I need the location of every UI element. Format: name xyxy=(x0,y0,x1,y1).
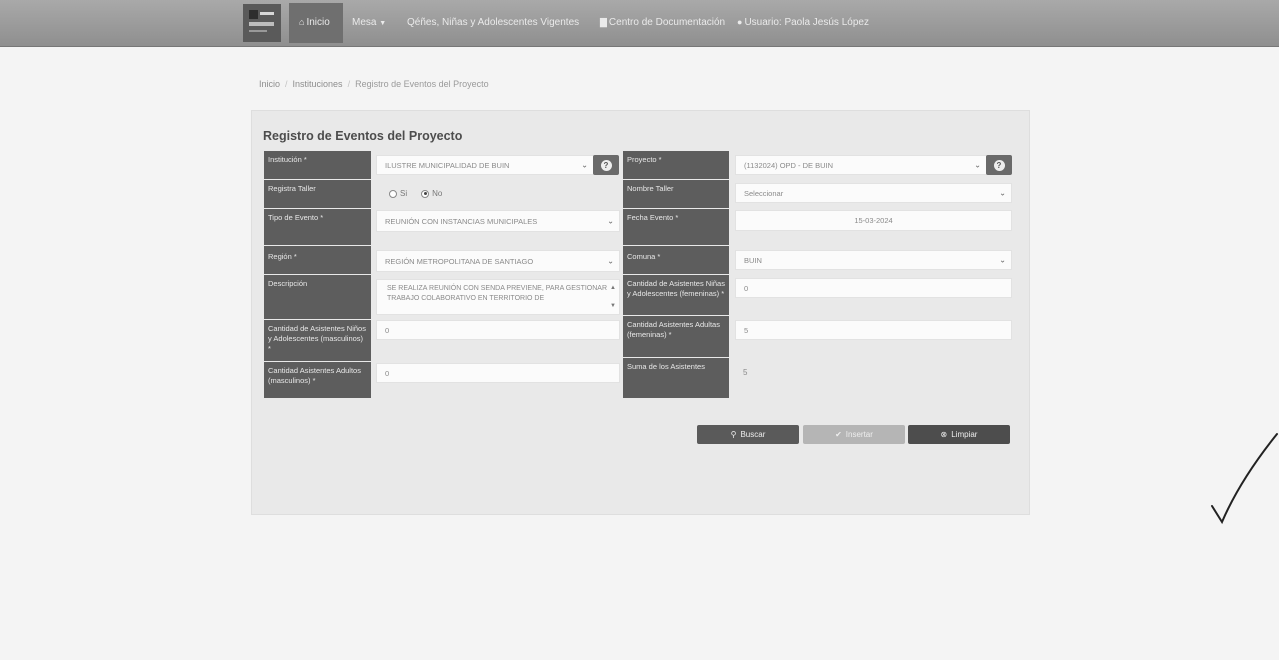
insert-button[interactable]: ✔ Insertar xyxy=(803,425,905,444)
breadcrumb-current: Registro de Eventos del Proyecto xyxy=(355,79,489,89)
check-icon: ✔ xyxy=(835,430,842,439)
label-comuna: Comuna * xyxy=(623,246,729,274)
proyecto-help-button[interactable]: ? xyxy=(986,155,1012,175)
nav-item-inicio[interactable]: ⌂ Inicio xyxy=(299,17,330,28)
scroll-down-icon[interactable]: ▼ xyxy=(610,301,616,311)
question-icon: ? xyxy=(993,159,1005,171)
proyecto-select[interactable]: (1132024) OPD - DE BUIN ⌄ xyxy=(735,155,987,175)
government-logo[interactable] xyxy=(243,4,281,42)
descripcion-textarea[interactable]: SE REALIZA REUNIÓN CON SENDA PREVIENE, P… xyxy=(376,279,620,315)
home-icon: ⌂ xyxy=(299,17,305,27)
institucion-select[interactable]: ILUSTRE MUNICIPALIDAD DE BUIN ⌄ xyxy=(376,155,594,175)
institucion-help-button[interactable]: ? xyxy=(593,155,619,175)
comuna-select[interactable]: BUIN ⌄ xyxy=(735,250,1012,270)
breadcrumb-instituciones[interactable]: Instituciones xyxy=(293,79,343,89)
page-title: Registro de Eventos del Proyecto xyxy=(263,129,463,143)
chevron-down-icon: ⌄ xyxy=(974,160,981,170)
ninas-femenino-input[interactable]: 0 xyxy=(735,278,1012,298)
top-navbar: ⌂ Inicio Mesa ▼ Qéñes, Niñas y Adolescent… xyxy=(0,0,1279,47)
tipo-evento-select[interactable]: REUNIÓN CON INSTANCIAS MUNICIPALES ⌄ xyxy=(376,210,620,232)
label-adultos-masculino: Cantidad Asistentes Adultos (masculinos)… xyxy=(264,362,371,398)
clear-button[interactable]: ⊗ Limpiar xyxy=(908,425,1010,444)
registra-taller-radios: Si No xyxy=(389,189,442,198)
region-select[interactable]: REGIÓN METROPOLITANA DE SANTIAGO ⌄ xyxy=(376,250,620,272)
label-tipo-evento: Tipo de Evento * xyxy=(264,209,371,245)
label-registra-taller: Registra Taller xyxy=(264,180,371,208)
clear-icon: ⊗ xyxy=(940,430,948,439)
breadcrumb-inicio[interactable]: Inicio xyxy=(259,79,280,89)
label-proyecto: Proyecto * xyxy=(623,151,729,179)
fecha-evento-input[interactable]: 15-03-2024 xyxy=(735,210,1012,231)
user-icon: ● xyxy=(737,17,743,27)
label-nombre-taller: Nombre Taller xyxy=(623,180,729,208)
nav-item-ninos-vigentes[interactable]: Qéñes, Niñas y Adolescentes Vigentes xyxy=(407,17,579,28)
label-ninos-masculino: Cantidad de Asistentes Niños y Adolescen… xyxy=(264,320,371,361)
label-institucion: Institución * xyxy=(264,151,371,179)
nav-item-usuario[interactable]: ● Usuario: Paola Jesús López xyxy=(737,17,869,28)
question-icon: ? xyxy=(600,159,612,171)
nav-item-mesa[interactable]: Mesa ▼ xyxy=(352,17,386,28)
label-region: Región * xyxy=(264,246,371,274)
suma-asistentes-value: 5 xyxy=(743,368,748,377)
label-ninas-femenino: Cantidad de Asistentes Niñas y Adolescen… xyxy=(623,275,729,315)
radio-no[interactable] xyxy=(421,189,430,198)
nav-item-centro-documentacion[interactable]: ▇ Centro de Documentación xyxy=(600,17,725,28)
label-descripcion: Descripción xyxy=(264,275,371,319)
scroll-up-icon[interactable]: ▲ xyxy=(610,283,616,293)
ninos-masculino-input[interactable]: 0 xyxy=(376,320,620,340)
chevron-down-icon: ⌄ xyxy=(999,255,1006,265)
radio-si[interactable] xyxy=(389,189,397,198)
handwritten-checkmark xyxy=(1211,433,1278,525)
chevron-down-icon: ⌄ xyxy=(581,160,588,170)
label-fecha-evento: Fecha Evento * xyxy=(623,209,729,245)
label-suma-asistentes: Suma de los Asistentes xyxy=(623,358,729,398)
adultas-femenino-input[interactable]: 5 xyxy=(735,320,1012,340)
nombre-taller-select[interactable]: Seleccionar ⌄ xyxy=(735,183,1012,203)
chevron-down-icon: ⌄ xyxy=(607,216,614,226)
chevron-down-icon: ▼ xyxy=(379,20,387,27)
adultos-masculino-input[interactable]: 0 xyxy=(376,363,620,383)
search-button[interactable]: ⚲ Buscar xyxy=(697,425,799,444)
breadcrumb: Inicio / Instituciones / Registro de Eventos… xyxy=(259,79,489,89)
chevron-down-icon: ⌄ xyxy=(607,256,614,266)
label-adultas-femenino: Cantidad Asistentes Adultas (femeninas) … xyxy=(623,316,729,357)
chevron-down-icon: ⌄ xyxy=(999,188,1006,198)
search-icon: ⚲ xyxy=(730,430,737,439)
document-icon: ▇ xyxy=(600,17,607,27)
